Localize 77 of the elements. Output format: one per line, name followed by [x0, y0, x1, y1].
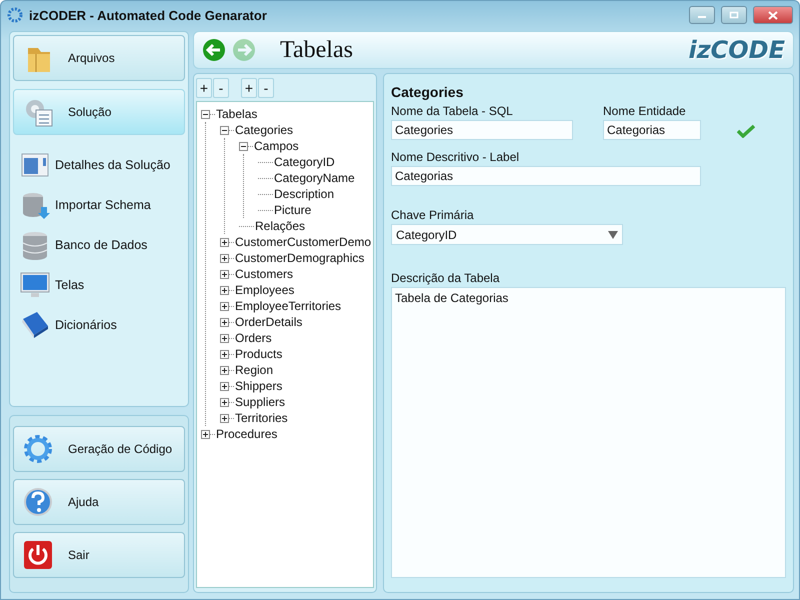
toolbar-button[interactable]: -: [213, 78, 229, 98]
toolbar-button[interactable]: +: [241, 78, 257, 98]
nav-section[interactable]: Solução: [13, 89, 185, 135]
back-icon[interactable]: [202, 38, 226, 62]
expand-icon[interactable]: [220, 414, 229, 422]
dropdown[interactable]: CategoryID: [391, 224, 623, 245]
expand-icon[interactable]: [220, 334, 229, 342]
expand-icon[interactable]: [220, 398, 229, 406]
tree-item[interactable]: Campos: [253, 139, 300, 153]
tree-item[interactable]: CustomerDemographics: [234, 251, 366, 265]
section-heading: Categories: [391, 84, 464, 100]
input-field[interactable]: Categories: [391, 120, 573, 140]
expand-icon[interactable]: [220, 238, 229, 246]
tree-item[interactable]: Description: [273, 187, 336, 201]
expand-icon[interactable]: [201, 430, 210, 438]
page-title: Tabelas: [280, 36, 353, 64]
minimize-button[interactable]: [689, 6, 715, 24]
tree-item[interactable]: Orders: [234, 331, 273, 345]
expand-icon[interactable]: [220, 302, 229, 310]
tree-item[interactable]: Region: [234, 363, 274, 377]
expand-icon[interactable]: [220, 318, 229, 326]
logo: izCODE: [688, 36, 785, 64]
input-field[interactable]: Categorias: [603, 120, 701, 140]
tree-item[interactable]: Customers: [234, 267, 294, 281]
tree-item[interactable]: Picture: [273, 203, 312, 217]
tree-item[interactable]: Shippers: [234, 379, 284, 393]
field-label: Nome da Tabela - SQL: [391, 104, 514, 118]
close-button[interactable]: [753, 6, 793, 24]
action-button[interactable]: Sair: [13, 532, 185, 578]
collapse-icon[interactable]: [239, 142, 248, 150]
book-icon: [19, 309, 51, 341]
maximize-icon: [729, 11, 739, 19]
help-icon: [22, 486, 54, 518]
field-label: Nome Descritivo - Label: [391, 150, 520, 164]
field-label: Chave Primária: [391, 208, 475, 222]
action-button[interactable]: Geração de Código: [13, 426, 185, 472]
tree-item[interactable]: CategoryName: [273, 171, 356, 185]
action-button[interactable]: Ajuda: [13, 479, 185, 525]
expand-icon[interactable]: [220, 254, 229, 262]
power-icon: [22, 539, 54, 571]
tree-item[interactable]: EmployeeTerritories: [234, 299, 342, 313]
tree-item[interactable]: Categories: [234, 123, 294, 137]
collapse-icon[interactable]: [220, 126, 229, 134]
close-icon: [768, 10, 778, 20]
tree-item[interactable]: Products: [234, 347, 284, 361]
field-label: Descrição da Tabela: [391, 271, 501, 285]
nav-item[interactable]: Banco de Dados: [55, 238, 148, 252]
tree-item[interactable]: Employees: [234, 283, 296, 297]
collapse-icon[interactable]: [201, 110, 210, 118]
tree-item[interactable]: Tabelas: [215, 107, 258, 121]
tree-item[interactable]: Procedures: [215, 427, 278, 441]
expand-icon[interactable]: [220, 270, 229, 278]
window-title: izCODER - Automated Code Genarator: [29, 8, 267, 22]
app-icon: [7, 7, 23, 23]
nav-item[interactable]: Telas: [55, 278, 84, 292]
nav-item[interactable]: Detalhes da Solução: [55, 158, 170, 172]
tree-item[interactable]: CategoryID: [273, 155, 336, 169]
tree-item[interactable]: Relações: [254, 219, 306, 233]
tree-item[interactable]: OrderDetails: [234, 315, 304, 329]
text-area[interactable]: Tabela de Categorias: [391, 287, 786, 578]
dropdown-arrow-icon: [608, 230, 618, 238]
nav-item[interactable]: Dicionários: [55, 318, 117, 332]
expand-icon[interactable]: [220, 382, 229, 390]
toolbar-button[interactable]: -: [258, 78, 274, 98]
tree-item[interactable]: CustomerCustomerDemo: [234, 235, 372, 249]
tree-item[interactable]: Suppliers: [234, 395, 286, 409]
maximize-button[interactable]: [721, 6, 747, 24]
expand-icon[interactable]: [220, 350, 229, 358]
gear-icon: [22, 433, 54, 465]
nav-section[interactable]: Arquivos: [13, 35, 185, 81]
expand-icon[interactable]: [220, 286, 229, 294]
toolbar-button[interactable]: +: [196, 78, 212, 98]
tree-item[interactable]: Territories: [234, 411, 289, 425]
expand-icon[interactable]: [220, 366, 229, 374]
input-field[interactable]: Categorias: [391, 166, 701, 186]
field-label: Nome Entidade: [603, 104, 687, 118]
nav-item[interactable]: Importar Schema: [55, 198, 151, 212]
